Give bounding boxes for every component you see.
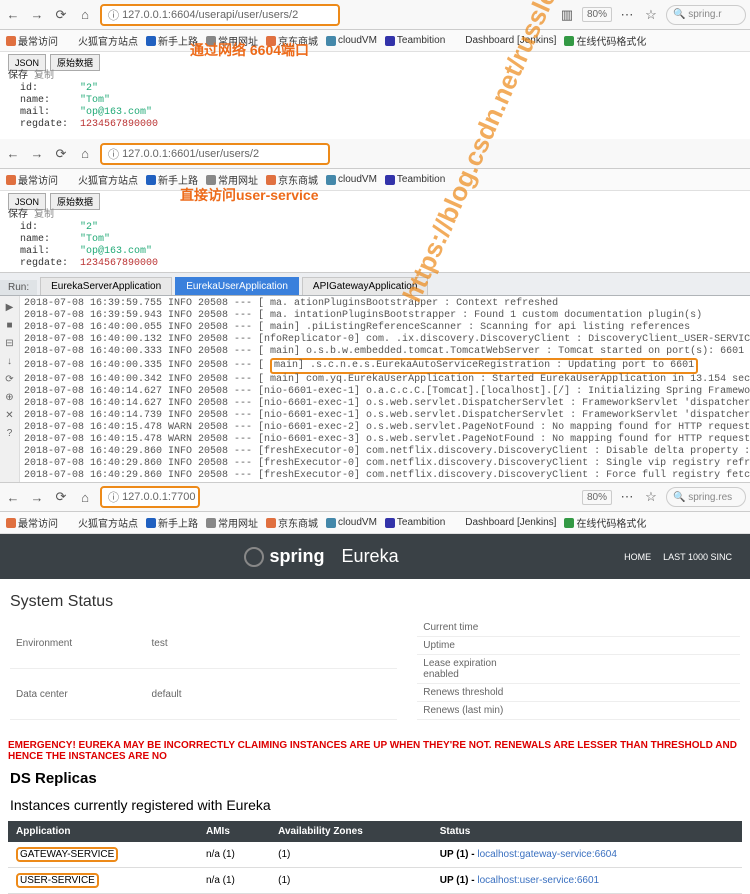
bookmark-item[interactable]: 新手上路 — [146, 515, 198, 530]
bookmark-item[interactable]: Teambition — [385, 35, 445, 46]
reload-icon[interactable]: ⟳ — [52, 488, 70, 506]
instance-link[interactable]: localhost:user-service:6601 — [477, 875, 599, 886]
bookmark-item[interactable]: 火狐官方站点 — [66, 515, 138, 530]
sys-left: Environmenttest Data centerdefault — [10, 619, 397, 720]
eureka-header: spring Eureka HOME LAST 1000 SINC — [0, 534, 750, 579]
bookmark-item[interactable]: Teambition — [385, 517, 445, 528]
instance-link[interactable]: localhost:gateway-service:6604 — [477, 849, 617, 860]
fwd-icon[interactable]: → — [28, 145, 46, 163]
bookmarks: 最常访问火狐官方站点新手上路常用网址京东商城cloudVMTeambition — [0, 169, 750, 191]
home-icon[interactable]: ⌂ — [76, 488, 94, 506]
bookmark-item[interactable]: 火狐官方站点 — [66, 172, 138, 187]
bookmark-item[interactable]: cloudVM — [326, 174, 377, 185]
search-1[interactable]: 🔍 spring.r — [666, 5, 746, 25]
bookmark-item[interactable]: 最常访问 — [6, 172, 58, 187]
search-3[interactable]: 🔍 spring.res — [666, 487, 746, 507]
bookmark-item[interactable]: cloudVM — [326, 517, 377, 528]
bookmark-item[interactable]: 最常访问 — [6, 33, 58, 48]
menu-home[interactable]: HOME — [624, 552, 651, 562]
zoom[interactable]: 80% — [582, 490, 612, 505]
run-label: Run: — [0, 280, 37, 295]
json-body: 保存 复制 id: "2" name: "Tom" mail: "op@163.… — [8, 71, 742, 131]
bookmark-item[interactable]: 在线代码格式化 — [564, 515, 646, 530]
back-icon[interactable]: ← — [4, 145, 22, 163]
reload-icon[interactable]: ⟳ — [52, 6, 70, 24]
url-1[interactable]: ⓘ 127.0.0.1:6604/userapi/user/users/2 — [100, 4, 340, 26]
tab-gateway[interactable]: APIGatewayApplication — [302, 277, 429, 295]
star-icon[interactable]: ☆ — [642, 488, 660, 506]
url-3[interactable]: ⓘ 127.0.0.1:7700 — [100, 486, 200, 508]
home-icon[interactable]: ⌂ — [76, 6, 94, 24]
json-tab[interactable]: JSON — [8, 193, 46, 210]
log-output: 2018-07-08 16:39:59.755 INFO 20508 --- [… — [20, 296, 750, 482]
star-icon[interactable]: ☆ — [642, 6, 660, 24]
bookmark-item[interactable]: cloudVM — [326, 35, 377, 46]
home-icon[interactable]: ⌂ — [76, 145, 94, 163]
eureka-logo: spring Eureka — [244, 546, 399, 567]
bookmark-item[interactable]: 最常访问 — [6, 515, 58, 530]
more-icon[interactable]: ⋯ — [618, 6, 636, 24]
zoom[interactable]: 80% — [582, 7, 612, 22]
ann-port: 通过网络 6604端口 — [190, 40, 309, 60]
instance-row: GATEWAY-SERVICEn/a (1)(1)UP (1) - localh… — [8, 842, 742, 868]
instances-table: ApplicationAMIsAvailability ZonesStatus … — [8, 821, 742, 894]
instances-title: Instances currently registered with Eure… — [0, 789, 750, 821]
reload-icon[interactable]: ⟳ — [52, 145, 70, 163]
fwd-icon[interactable]: → — [28, 6, 46, 24]
raw-tab[interactable]: 原始数据 — [50, 54, 100, 71]
url-port: 6604 — [171, 9, 195, 21]
fwd-icon[interactable]: → — [28, 488, 46, 506]
json-body: 保存 复制 id: "2" name: "Tom" mail: "op@163.… — [8, 210, 742, 270]
bookmark-item[interactable]: Teambition — [385, 174, 445, 185]
back-icon[interactable]: ← — [4, 488, 22, 506]
bookmark-item[interactable]: 常用网址 — [206, 515, 258, 530]
system-status-title: System Status — [10, 593, 740, 611]
bookmarks: 最常访问火狐官方站点新手上路常用网址京东商城cloudVMTeambitionD… — [0, 30, 750, 52]
url-2[interactable]: ⓘ 127.0.0.1:6601/user/users/2 — [100, 143, 330, 165]
url-host: 127.0.0.1: — [122, 9, 171, 21]
shield-icon: ▥ — [558, 6, 576, 24]
tab-eureka-user[interactable]: EurekaUserApplication — [175, 277, 299, 295]
bookmark-item[interactable]: 在线代码格式化 — [564, 33, 646, 48]
sys-right: Current timeUptimeLease expiration enabl… — [417, 619, 740, 720]
bookmark-item[interactable]: Dashboard [Jenkins] — [453, 35, 556, 46]
bookmarks: 最常访问火狐官方站点新手上路常用网址京东商城 cloudVM Teambition D… — [0, 512, 750, 534]
url-path: /userapi/user/users/2 — [195, 9, 298, 21]
service-name: USER-SERVICE — [16, 873, 99, 888]
bookmark-item[interactable]: 火狐官方站点 — [66, 33, 138, 48]
emergency-warning: EMERGENCY! EUREKA MAY BE INCORRECTLY CLA… — [0, 734, 750, 768]
ann-direct: 直接访问user-service — [180, 185, 319, 205]
run-tabs: Run: EurekaServerApplication EurekaUserA… — [0, 272, 750, 296]
service-name: GATEWAY-SERVICE — [16, 847, 118, 862]
back-icon[interactable]: ← — [4, 6, 22, 24]
json-tab[interactable]: JSON — [8, 54, 46, 71]
instance-row: USER-SERVICEn/a (1)(1)UP (1) - localhost… — [8, 868, 742, 894]
ds-replicas: DS Replicas — [0, 768, 750, 789]
menu-last[interactable]: LAST 1000 SINC — [663, 552, 732, 562]
raw-tab[interactable]: 原始数据 — [50, 193, 100, 210]
more-icon[interactable]: ⋯ — [618, 488, 636, 506]
run-sidebar: ▶■⊟↓⟳⊕✕? — [0, 296, 20, 482]
tab-eureka-server[interactable]: EurekaServerApplication — [40, 277, 172, 295]
bookmark-item[interactable]: 京东商城 — [266, 515, 318, 530]
bookmark-item[interactable]: Dashboard [Jenkins] — [453, 517, 556, 528]
